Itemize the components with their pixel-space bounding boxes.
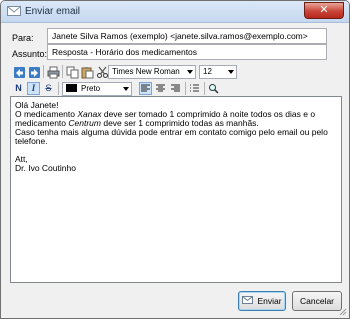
chevron-down-icon: [187, 70, 193, 74]
send-label: Enviar: [257, 296, 282, 306]
close-button[interactable]: ✕: [304, 2, 344, 19]
italic-icon[interactable]: I: [27, 82, 40, 95]
bold-icon[interactable]: N: [12, 82, 25, 95]
font-size-select[interactable]: 12: [199, 65, 237, 79]
message-line: Caso tenha mais alguma dúvida pode entra…: [15, 127, 328, 137]
find-icon[interactable]: [207, 82, 220, 95]
list-icon[interactable]: [188, 82, 201, 95]
font-family-value: Times New Roman: [112, 67, 180, 76]
open-file-icon[interactable]: [12, 65, 25, 78]
paste-icon[interactable]: [80, 65, 94, 79]
font-size-value: 12: [203, 67, 212, 76]
italic-glyph: I: [31, 83, 36, 93]
align-right-icon[interactable]: [169, 82, 182, 95]
cut-icon[interactable]: [95, 65, 108, 78]
toolbar-separator: [43, 65, 44, 78]
color-swatch: [66, 84, 77, 92]
strike-glyph: S: [45, 83, 52, 93]
color-select[interactable]: Preto: [62, 82, 132, 96]
send-icon: [242, 295, 254, 307]
strikethrough-icon[interactable]: S: [42, 82, 55, 95]
window-title: Enviar email: [25, 6, 81, 17]
message-signature: Dr. Ivo Coutinho: [15, 163, 76, 173]
print-icon[interactable]: [46, 65, 60, 79]
formatting-toolbar: Times New Roman 12 N I S Preto: [10, 63, 342, 96]
message-editor[interactable]: Olá Janete! O medicamento Xanax deve ser…: [10, 96, 342, 283]
send-email-dialog: Enviar email ✕ Para: Janete Silva Ramos …: [0, 0, 350, 319]
font-family-select[interactable]: Times New Roman: [108, 65, 196, 79]
send-button[interactable]: Enviar: [238, 291, 286, 311]
title-bar: Enviar email ✕: [1, 1, 349, 23]
envelope-icon: [7, 5, 21, 17]
align-left-icon[interactable]: [139, 82, 152, 95]
color-value: Preto: [81, 84, 101, 93]
to-field[interactable]: Janete Silva Ramos (exemplo) <janete.sil…: [47, 28, 327, 44]
toolbar-separator: [204, 82, 205, 95]
copy-icon[interactable]: [65, 65, 79, 79]
toolbar-separator: [185, 82, 186, 95]
subject-field[interactable]: Resposta - Horário dos medicamentos: [47, 44, 327, 60]
toolbar-separator: [62, 65, 63, 78]
message-line: telefone.: [15, 136, 48, 146]
cancel-label: Cancelar: [299, 296, 335, 306]
resize-grip-icon[interactable]: [337, 306, 347, 316]
align-center-icon[interactable]: [154, 82, 167, 95]
subject-label: Assunto:: [12, 49, 48, 59]
bold-glyph: N: [15, 83, 22, 93]
chevron-down-icon: [123, 87, 129, 91]
to-label: Para:: [12, 33, 34, 43]
cancel-button[interactable]: Cancelar: [292, 291, 342, 311]
toolbar-separator: [58, 82, 59, 95]
save-file-icon[interactable]: [27, 65, 40, 78]
chevron-down-icon: [228, 70, 234, 74]
